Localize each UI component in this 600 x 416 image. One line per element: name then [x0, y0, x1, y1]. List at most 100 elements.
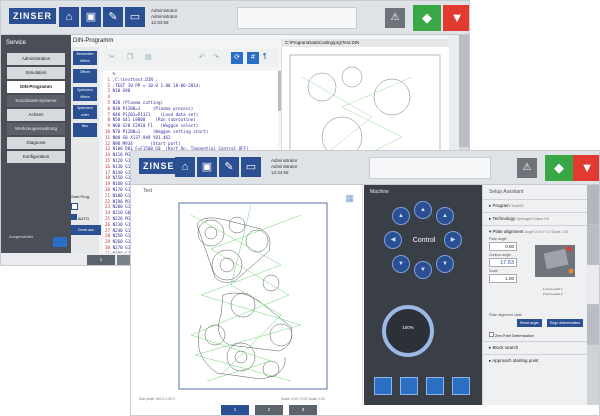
feed-override-dial[interactable]: 100%: [382, 305, 434, 357]
legend-point-1: 1 Go to point 1: [543, 287, 563, 291]
hash-icon[interactable]: #: [247, 52, 259, 64]
print-off-button[interactable]: Druck aus: [71, 225, 101, 235]
save-button-front[interactable]: ▣: [197, 157, 217, 177]
sidebar-item-diagnose[interactable]: Diagnose: [7, 137, 65, 149]
zero-point-row[interactable]: Zero Point Determination: [483, 329, 589, 341]
copy-icon[interactable]: ❐: [127, 53, 133, 61]
din-toolbar: ✂ ❐ ▤ ↶ ↷ ⟳ # ¶: [103, 49, 278, 67]
plate-alignment-body: Plate angle 0.00 Contour angle 17.63 Sca…: [483, 237, 589, 311]
warning-button[interactable]: ⚠: [385, 8, 405, 28]
code-text: ;C:\testtest.DIN ;: [112, 76, 158, 82]
code-text: N10 G90: [112, 88, 131, 94]
paragraph-icon[interactable]: ¶: [263, 53, 267, 60]
sidebar-item-administration[interactable]: Administration: [7, 53, 65, 65]
din-new-button[interactable]: Neu: [73, 123, 97, 137]
zero-point-checkbox[interactable]: [489, 332, 494, 337]
jog-down-button[interactable]: ▼: [414, 261, 432, 279]
edge-determination-button[interactable]: Edge determination: [546, 319, 584, 327]
jog-right-button[interactable]: ▶: [444, 231, 462, 249]
front-page-1[interactable]: 1: [221, 405, 249, 415]
rail-tab-4[interactable]: [459, 119, 469, 147]
refresh-icon[interactable]: ⟳: [231, 52, 243, 64]
code-text: N50 G41 L9000 (Run subroutine): [112, 117, 196, 123]
line-number: 19: [105, 181, 113, 187]
line-number: 25: [105, 215, 113, 221]
line-number: 12: [105, 140, 113, 146]
save-button[interactable]: ▣: [81, 7, 101, 27]
line-number: 30: [105, 244, 113, 250]
jog-up-right-button[interactable]: ▲: [436, 207, 454, 225]
sidebar-item-simulation[interactable]: Simulation: [7, 67, 65, 79]
din-save-as-button[interactable]: Speichern unter: [73, 105, 97, 119]
start-button[interactable]: ◆: [413, 5, 441, 31]
rail-tab-ablauf[interactable]: [587, 225, 599, 265]
monitor-button-front[interactable]: ▭: [241, 157, 261, 177]
redo-icon[interactable]: ↷: [213, 53, 219, 61]
home-button-front[interactable]: ⌂: [175, 157, 195, 177]
rail-tab-machine[interactable]: [587, 185, 599, 225]
tools-button-front[interactable]: ✎: [219, 157, 239, 177]
paste-icon[interactable]: ▤: [145, 53, 152, 61]
program-row[interactable]: ▸ Program TestDIN: [483, 199, 589, 212]
jog-down-right-button[interactable]: ▼: [436, 255, 454, 273]
line-number: 4: [105, 94, 113, 100]
machine-label: Machine: [370, 189, 389, 195]
jog-down-left-button[interactable]: ▼: [392, 255, 410, 273]
stop-button[interactable]: ▼: [443, 5, 469, 31]
start-button-front[interactable]: ◆: [545, 155, 573, 181]
din-save-open-button[interactable]: Speichern öffnen: [73, 87, 97, 101]
rail-tab-1[interactable]: [459, 35, 469, 63]
setup-assistant: Setup Assistant ▸ Program TestDIN ▸ Tech…: [482, 185, 589, 405]
rail-tab-setup[interactable]: [587, 265, 599, 305]
rail-tab-3[interactable]: [459, 91, 469, 119]
warning-button-front[interactable]: ⚠: [517, 158, 537, 178]
front-page-2[interactable]: 2: [255, 405, 283, 415]
rail-tab-2[interactable]: [459, 63, 469, 91]
jog-up-left-button[interactable]: ▲: [392, 207, 410, 225]
code-text: N30 P1200=1 (Plasma process): [112, 105, 194, 111]
block-search-row[interactable]: ▸ Block search: [483, 341, 589, 354]
auto-checkbox-row[interactable]: AUTO: [71, 214, 101, 221]
line-number: 24: [105, 210, 113, 216]
rail-tab-plate[interactable]: [587, 305, 599, 345]
sidebar-bottom-icon[interactable]: [53, 237, 67, 247]
sidebar-item-achsen[interactable]: Achsen: [7, 109, 65, 121]
machine-function-button-3[interactable]: [426, 377, 444, 395]
back-page-1[interactable]: 1: [87, 255, 115, 265]
reset-angle-button[interactable]: Reset angle: [517, 319, 542, 327]
line-number: 21: [105, 192, 113, 198]
message-box-front: [369, 157, 491, 179]
cut-icon[interactable]: ✂: [109, 53, 115, 61]
sidebar-item-konfiguration[interactable]: Konfiguration: [7, 151, 65, 163]
jog-left-button[interactable]: ◀: [384, 231, 402, 249]
din-edit-button[interactable]: Bearbeiten öffnen: [73, 51, 97, 65]
scale-field[interactable]: 1.00: [489, 274, 517, 283]
home-button[interactable]: ⌂: [59, 7, 79, 27]
sidebar-item-din-programm[interactable]: DIN-Programm: [7, 81, 65, 93]
technology-row[interactable]: ▸ Technology Hydrogen Fusion HV: [483, 212, 589, 225]
start-prog-checkbox[interactable]: [71, 203, 78, 210]
line-number: 2: [105, 82, 113, 88]
line-number: 28: [105, 233, 113, 239]
machine-function-button-2[interactable]: [400, 377, 418, 395]
machine-function-button-4[interactable]: [452, 377, 470, 395]
sidebar-item-werkzeugverwaltung[interactable]: Werkzeugverwaltung: [7, 123, 65, 135]
approach-row[interactable]: ▸ Approach starting point: [483, 354, 589, 367]
contour-angle-field[interactable]: 17.63: [489, 258, 517, 267]
user-info-front: Administrator Administrator 12:34:56: [271, 158, 298, 175]
line-number: 1: [105, 76, 113, 82]
jog-up-button[interactable]: ▲: [414, 201, 432, 219]
front-page-3[interactable]: 3: [289, 405, 317, 415]
plate-alignment-row[interactable]: ▾ Plate alignment Angle 0.00 Y 1.0 Scale…: [483, 225, 589, 235]
plate-angle-field[interactable]: 0.00: [489, 242, 517, 251]
machine-function-button-1[interactable]: [374, 377, 392, 395]
din-open-button[interactable]: Öffnen: [73, 69, 97, 83]
monitor-button[interactable]: ▭: [125, 7, 145, 27]
stop-button-front[interactable]: ▼: [573, 155, 599, 181]
sidebar-item-koordinatensysteme[interactable]: Koordinatensysteme: [7, 95, 65, 107]
line-number: 22: [105, 198, 113, 204]
machine-panel: Machine ▲ ▲ ▲ ◀ ▶ ▼ ▼ ▼ Control 100%: [364, 185, 482, 405]
tools-button[interactable]: ✎: [103, 7, 123, 27]
line-number: 29: [105, 239, 113, 245]
undo-icon[interactable]: ↶: [199, 53, 205, 61]
